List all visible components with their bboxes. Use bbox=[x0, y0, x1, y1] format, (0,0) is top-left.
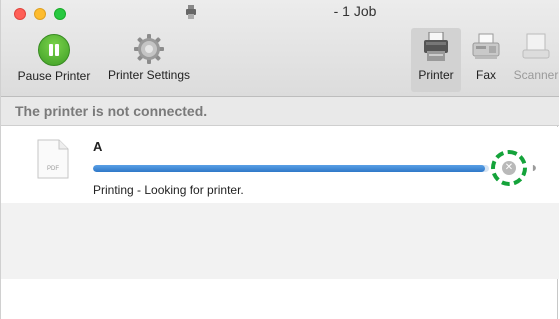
job-name: A bbox=[93, 139, 103, 154]
job-progress-fill bbox=[93, 165, 486, 172]
printer-icon bbox=[424, 32, 448, 61]
empty-list-row bbox=[1, 241, 559, 279]
tab-printer[interactable]: Printer bbox=[411, 28, 461, 92]
printer-settings-label: Printer Settings bbox=[107, 68, 191, 82]
printer-status-message: The printer is not connected. bbox=[15, 103, 208, 119]
print-queue-window: - 1 Job Pause Printer Printer Settings P… bbox=[0, 0, 559, 319]
printer-status-banner: The printer is not connected. bbox=[1, 97, 559, 126]
scanner-icon bbox=[522, 33, 550, 59]
gear-icon bbox=[133, 33, 165, 65]
restart-job-icon[interactable]: ◗ bbox=[530, 159, 538, 175]
pause-icon bbox=[38, 34, 70, 66]
job-status-text: Printing - Looking for printer. bbox=[93, 183, 244, 197]
cancel-job-button[interactable]: ✕ bbox=[502, 161, 516, 175]
fax-icon bbox=[472, 33, 500, 59]
tab-printer-label: Printer bbox=[418, 68, 454, 82]
tab-scanner[interactable]: Scanner bbox=[511, 28, 560, 92]
device-segmented-control: Printer Fax Scanner bbox=[411, 28, 560, 92]
pause-printer-button[interactable]: Pause Printer bbox=[9, 34, 99, 83]
window-title: - 1 Job bbox=[333, 3, 377, 19]
tab-fax[interactable]: Fax bbox=[461, 28, 511, 92]
toolbar: - 1 Job Pause Printer Printer Settings P… bbox=[1, 0, 559, 97]
printer-settings-button[interactable]: Printer Settings bbox=[99, 33, 199, 82]
job-actions: ✕ ◗ bbox=[489, 150, 538, 188]
tab-fax-label: Fax bbox=[475, 68, 496, 82]
pause-printer-label: Pause Printer bbox=[17, 69, 91, 83]
tab-scanner-label: Scanner bbox=[513, 68, 559, 82]
job-progress-bar bbox=[93, 165, 489, 172]
print-job-row[interactable]: PDF A Printing - Looking for printer. ✕ … bbox=[1, 127, 559, 203]
empty-list-row bbox=[1, 203, 559, 241]
pdf-document-icon: PDF bbox=[37, 139, 69, 184]
document-type-label: PDF bbox=[47, 166, 59, 172]
